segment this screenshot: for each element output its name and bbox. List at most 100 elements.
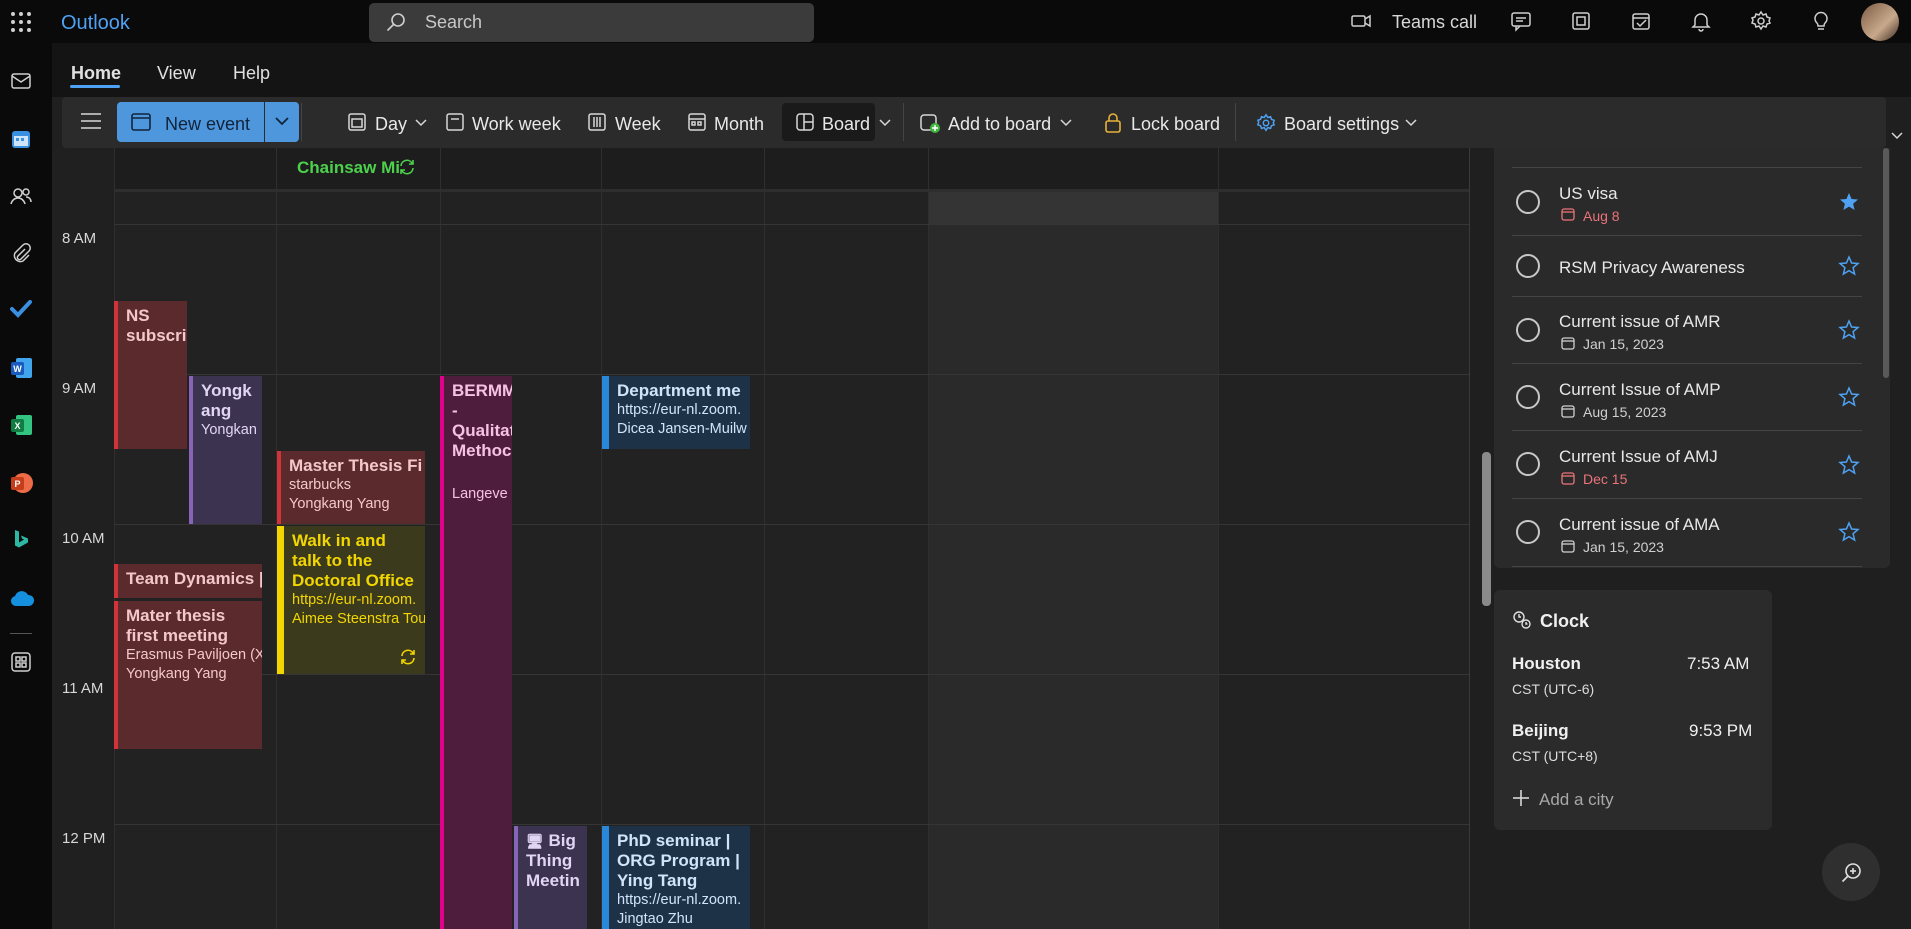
video-camera-icon[interactable]: [1350, 10, 1372, 32]
notifications-bell-icon[interactable]: [1690, 10, 1712, 32]
todo-complete-checkbox[interactable]: [1516, 520, 1540, 544]
star-outline-icon[interactable]: [1838, 255, 1860, 277]
add-icon[interactable]: [1512, 789, 1530, 807]
chevron-down-icon[interactable]: [1060, 119, 1072, 127]
new-event-icon: [131, 113, 151, 131]
tips-lightbulb-icon[interactable]: [1810, 10, 1832, 32]
excel-icon[interactable]: X: [10, 413, 32, 435]
word-icon[interactable]: W: [10, 356, 32, 378]
app-launcher-icon[interactable]: [10, 11, 32, 33]
due-date-calendar-icon: [1561, 336, 1575, 350]
mail-icon[interactable]: [10, 70, 32, 92]
calendar-scrollbar[interactable]: [1482, 452, 1491, 606]
calendar-event[interactable]: NS subscri: [114, 301, 187, 449]
star-outline-icon[interactable]: [1838, 386, 1860, 408]
star-outline-icon[interactable]: [1838, 454, 1860, 476]
todo-title[interactable]: Current Issue of AMJ: [1559, 447, 1718, 467]
calendar-event[interactable]: Department me https://eur-nl.zoom. Dicea…: [602, 376, 750, 449]
hour-label: 9 AM: [62, 380, 97, 397]
world-clock-icon: [1512, 610, 1532, 630]
calendar-event[interactable]: BERMM - Qualitat Methoc Langeve: [440, 376, 512, 929]
week-view-button[interactable]: Week: [615, 114, 661, 135]
hour-line: [114, 224, 1469, 225]
calendar-board[interactable]: [52, 148, 1469, 929]
hour-label: 12 PM: [62, 830, 106, 847]
todo-title[interactable]: Current Issue of AMP: [1559, 380, 1721, 400]
add-to-board-button[interactable]: Add to board: [948, 114, 1051, 135]
new-event-dropdown[interactable]: [265, 102, 299, 142]
todo-title[interactable]: Current issue of AMR: [1559, 312, 1721, 332]
column-divider: [601, 148, 602, 929]
column-divider: [764, 148, 765, 929]
todo-check-icon[interactable]: [10, 298, 32, 320]
powerpoint-icon[interactable]: P: [10, 471, 33, 493]
lock-board-button[interactable]: Lock board: [1131, 114, 1220, 135]
bing-icon[interactable]: [10, 528, 32, 550]
todo-separator: [1512, 167, 1862, 168]
teams-call-button[interactable]: Teams call: [1392, 12, 1477, 33]
todo-complete-checkbox[interactable]: [1516, 190, 1540, 214]
todo-complete-checkbox[interactable]: [1516, 385, 1540, 409]
todo-title[interactable]: RSM Privacy Awareness: [1559, 258, 1745, 278]
chevron-down-icon[interactable]: [879, 119, 891, 127]
calendar-event[interactable]: Mater thesis first meeting Erasmus Pavil…: [114, 601, 262, 749]
calendar-event[interactable]: 🖥 Big Thing Meetin: [514, 826, 587, 929]
chevron-down-icon[interactable]: [415, 119, 427, 127]
app-title[interactable]: Outlook: [61, 12, 130, 35]
star-filled-icon[interactable]: [1838, 191, 1860, 213]
hour-line: [114, 374, 1469, 375]
hour-line: [114, 524, 1469, 525]
calendar-event[interactable]: Yongk ang Yongkan: [189, 376, 262, 524]
calendar-event[interactable]: PhD seminar | ORG Program | Ying Tang ht…: [602, 826, 750, 929]
user-avatar[interactable]: [1861, 3, 1899, 41]
tab-view[interactable]: View: [157, 63, 196, 84]
onedrive-icon[interactable]: [10, 588, 34, 610]
tab-help[interactable]: Help: [233, 63, 270, 84]
attachment-paperclip-icon[interactable]: [10, 242, 32, 264]
todo-due-date: Dec 15: [1583, 471, 1628, 487]
chat-icon[interactable]: [1510, 10, 1532, 32]
star-outline-icon[interactable]: [1838, 521, 1860, 543]
todo-complete-checkbox[interactable]: [1516, 452, 1540, 476]
week-view-icon: [588, 113, 606, 131]
zoom-button[interactable]: [1822, 843, 1880, 901]
todo-complete-checkbox[interactable]: [1516, 318, 1540, 342]
todo-title[interactable]: Current issue of AMA: [1559, 515, 1720, 535]
my-day-icon[interactable]: [1630, 10, 1652, 32]
hour-line: [114, 824, 1469, 825]
hour-label: 8 AM: [62, 230, 97, 247]
clock-title: Clock: [1540, 611, 1590, 631]
month-view-button[interactable]: Month: [714, 114, 764, 135]
todo-title[interactable]: US visa: [1559, 184, 1618, 204]
all-day-event[interactable]: Chainsaw Mi: [297, 158, 400, 178]
people-icon[interactable]: [10, 185, 32, 207]
calendar-event[interactable]: Master Thesis Fi starbucks Yongkang Yang: [277, 451, 425, 524]
clock-widget: [1494, 590, 1772, 830]
clock-city-timezone: CST (UTC-6): [1512, 681, 1595, 697]
clock-city-time: 9:53 PM: [1689, 721, 1753, 740]
todo-scrollbar[interactable]: [1883, 148, 1889, 378]
hour-line: [114, 674, 1469, 675]
more-apps-icon[interactable]: [10, 651, 32, 673]
board-settings-button[interactable]: Board settings: [1284, 114, 1399, 135]
calendar-icon[interactable]: [10, 128, 32, 150]
chevron-down-icon[interactable]: [1405, 119, 1417, 127]
day-view-button[interactable]: Day: [375, 114, 407, 135]
todo-complete-checkbox[interactable]: [1516, 254, 1540, 278]
hamburger-menu-icon[interactable]: [80, 112, 102, 130]
star-outline-icon[interactable]: [1838, 319, 1860, 341]
todo-due-date: Jan 15, 2023: [1583, 336, 1664, 352]
todo-due-date: Aug 15, 2023: [1583, 404, 1667, 420]
calendar-event[interactable]: Team Dynamics |: [114, 564, 262, 598]
tab-home[interactable]: Home: [71, 63, 121, 84]
recurring-icon: [398, 158, 416, 176]
office-icon[interactable]: [1570, 10, 1592, 32]
settings-gear-icon[interactable]: [1750, 10, 1772, 32]
add-city-button[interactable]: Add a city: [1539, 790, 1614, 810]
ribbon-expand-chevron-icon[interactable]: [1891, 132, 1903, 140]
zoom-in-icon: [1841, 863, 1861, 883]
search-input[interactable]: Search: [425, 12, 482, 33]
todo-due-date: Aug 8: [1583, 208, 1620, 224]
work-week-button[interactable]: Work week: [472, 114, 561, 135]
column-divider: [1469, 148, 1470, 929]
